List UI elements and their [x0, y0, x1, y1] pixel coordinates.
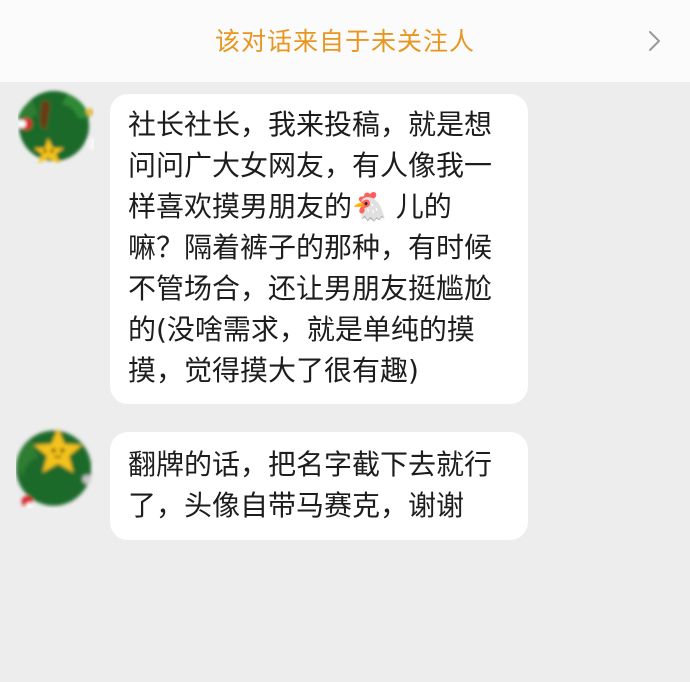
message-line: 问问广大女网友，有人像我一 [128, 149, 493, 182]
message-bubble[interactable]: 社长社长，我来投稿，就是想 问问广大女网友，有人像我一 样喜欢摸男朋友的🐔 儿的… [110, 94, 528, 404]
message-line: 摸，觉得摸大了很有趣) [128, 354, 419, 387]
message-bubble[interactable]: 翻牌的话，把名字截下去就行 了，头像自带马赛克，谢谢 [110, 432, 528, 540]
chevron-right-icon[interactable] [642, 29, 666, 53]
message-line: 样喜欢摸男朋友的🐔 儿的 [128, 190, 452, 223]
stranger-notice-text: 该对话来自于未关注人 [214, 27, 475, 56]
avatar-icon[interactable] [16, 424, 100, 508]
stranger-notice-bar[interactable]: 该对话来自于未关注人 [0, 0, 690, 82]
message-line: 社长社长，我来投稿，就是想 [128, 108, 493, 141]
avatar-icon[interactable] [18, 88, 94, 164]
message-line: 的(没啥需求，就是单纯的摸 [128, 313, 475, 346]
message-line: 嘛？隔着裤子的那种，有时候 [128, 231, 493, 264]
message-line: 翻牌的话，把名字截下去就行 [128, 448, 493, 481]
message-line: 不管场合，还让男朋友挺尴尬 [128, 272, 493, 305]
message-line: 了，头像自带马赛克，谢谢 [128, 489, 465, 522]
